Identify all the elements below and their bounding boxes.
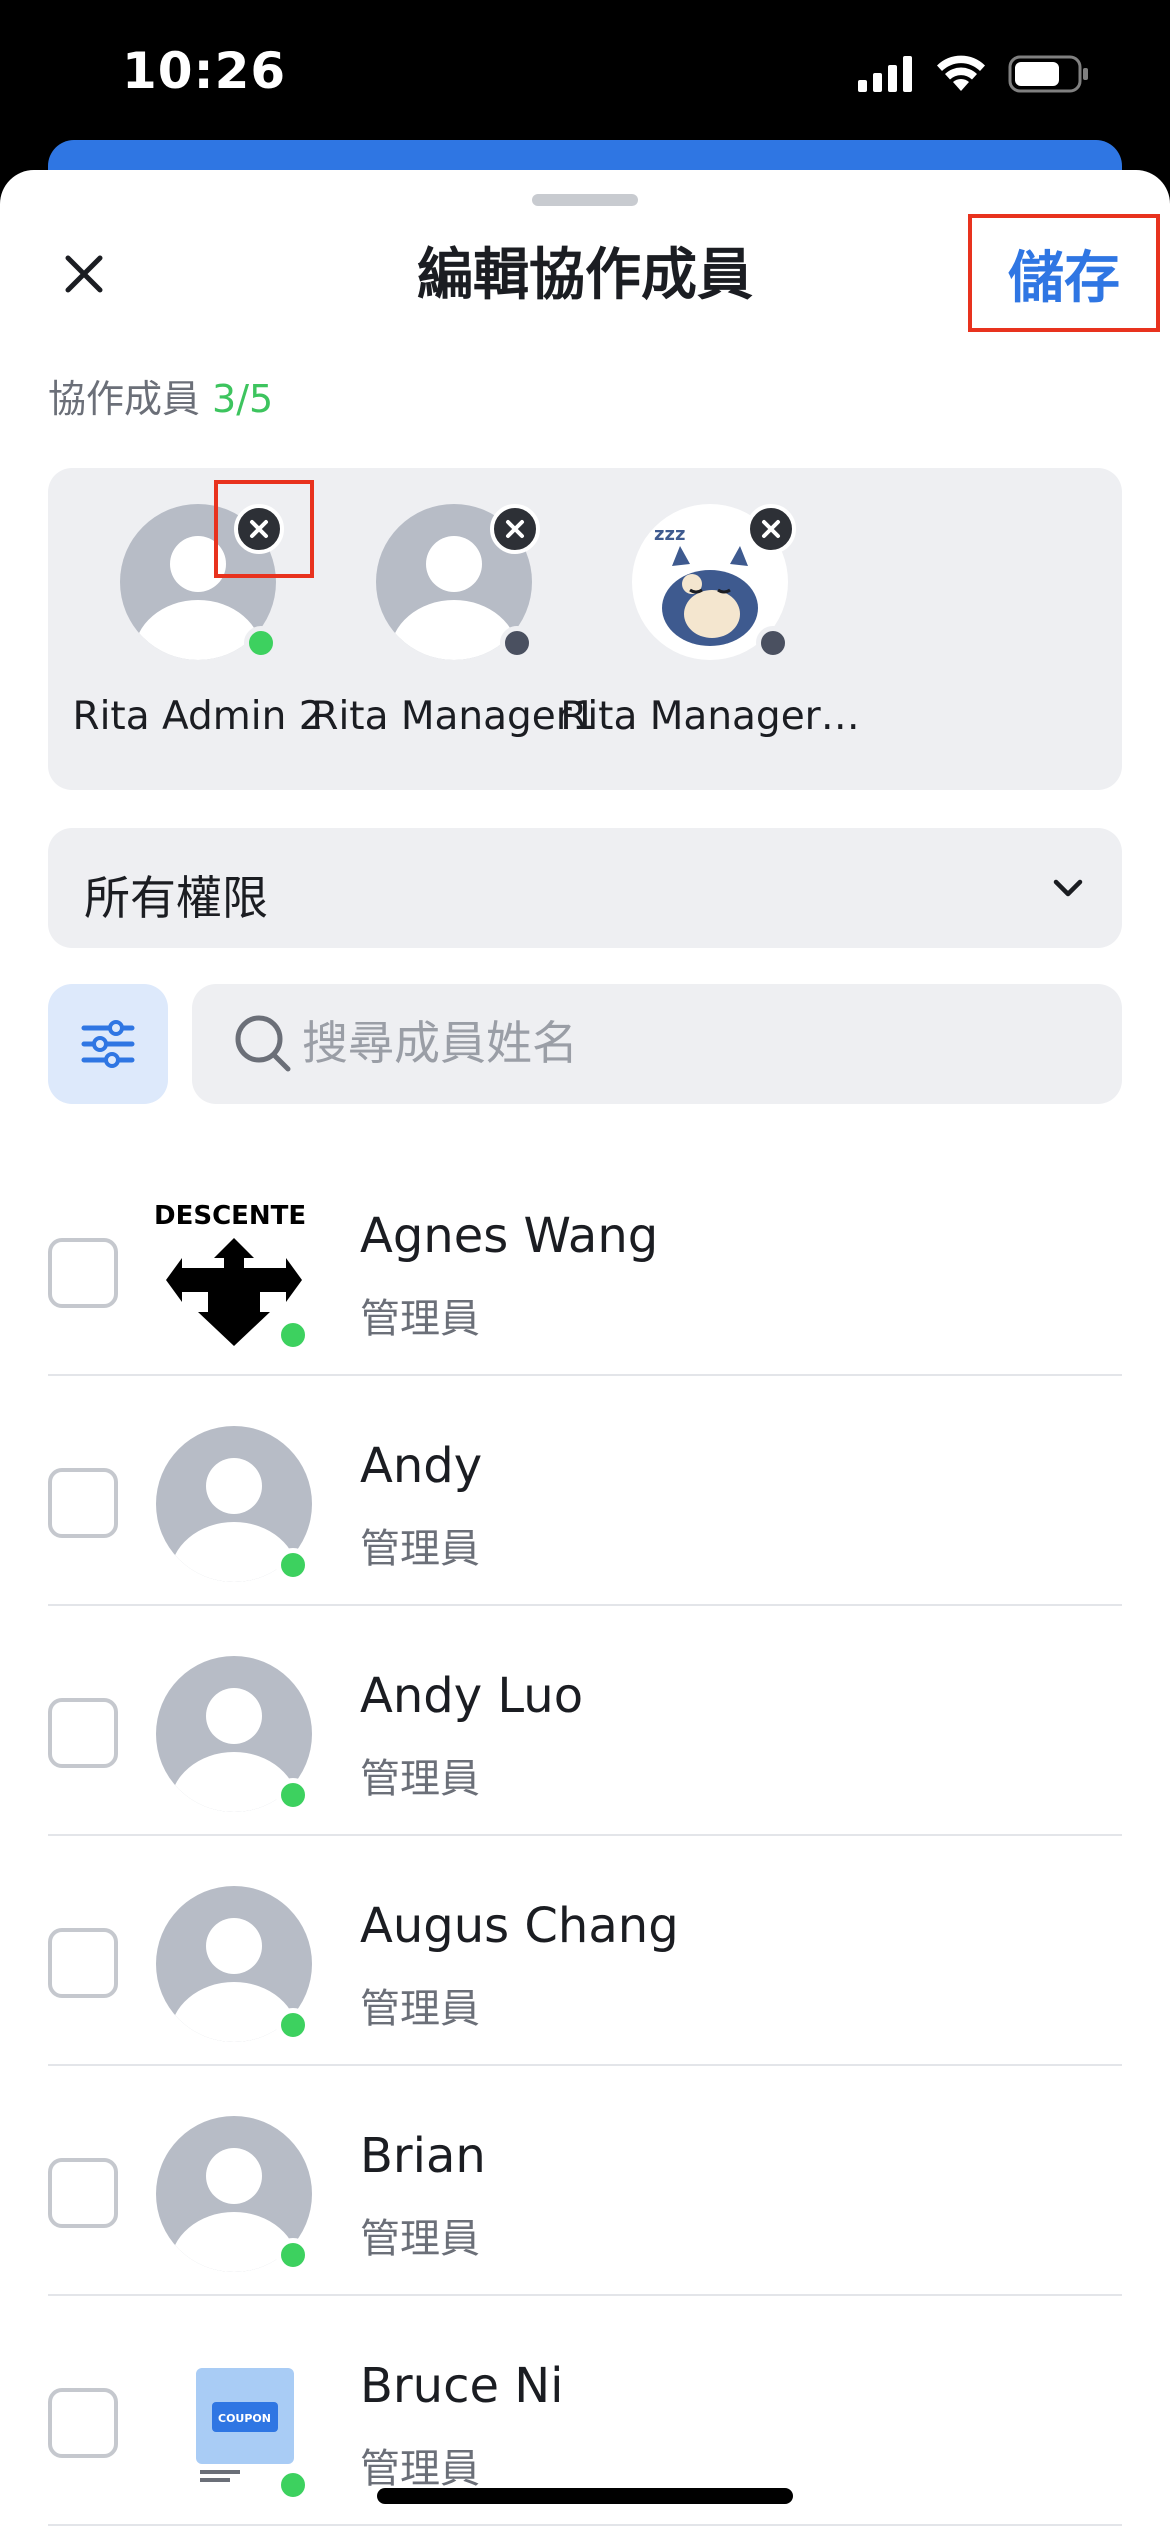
selected-member-name: Rita Manager1 bbox=[311, 694, 597, 739]
member-checkbox[interactable] bbox=[48, 1928, 118, 1998]
member-name: Andy bbox=[360, 1438, 483, 1494]
save-button[interactable]: 儲存 bbox=[968, 214, 1160, 332]
status-online-dot bbox=[276, 2238, 310, 2272]
status-bar: 10:26 bbox=[0, 0, 1170, 150]
member-count-value: 3/5 bbox=[212, 377, 274, 421]
cellular-signal-icon bbox=[858, 56, 912, 92]
member-role: 管理員 bbox=[360, 1986, 480, 2032]
svg-text:DESCENTE: DESCENTE bbox=[156, 1201, 306, 1231]
close-icon bbox=[762, 520, 780, 538]
status-offline-dot bbox=[500, 626, 534, 660]
member-checkbox[interactable] bbox=[48, 1468, 118, 1538]
close-icon bbox=[506, 520, 524, 538]
member-checkbox[interactable] bbox=[48, 2388, 118, 2458]
member-list: DESCENTE Agnes Wang 管理員 Andy 管理員 Andy Lu… bbox=[48, 1146, 1122, 2526]
member-checkbox[interactable] bbox=[48, 1698, 118, 1768]
selected-member: Rita Manager1 bbox=[304, 468, 597, 790]
remove-member-button[interactable] bbox=[490, 504, 540, 554]
selected-member-name: Rita Manager… bbox=[560, 694, 860, 739]
member-role: 管理員 bbox=[360, 1756, 480, 1802]
status-online-dot bbox=[276, 2468, 310, 2502]
selected-members-panel: Rita Admin 2 Rita Manager1 zzz Rita Mana… bbox=[48, 468, 1122, 790]
svg-text:COUPON: COUPON bbox=[218, 2412, 271, 2425]
remove-button-highlight bbox=[214, 480, 314, 578]
member-count-label: 協作成員 bbox=[48, 377, 201, 421]
status-online-dot bbox=[276, 1318, 310, 1352]
member-name: Andy Luo bbox=[360, 1668, 584, 1724]
member-name: Agnes Wang bbox=[360, 1208, 659, 1264]
member-role: 管理員 bbox=[360, 1526, 480, 1572]
status-online-dot bbox=[276, 1548, 310, 1582]
list-item[interactable]: Andy 管理員 bbox=[48, 1376, 1122, 1606]
list-item[interactable]: Andy Luo 管理員 bbox=[48, 1606, 1122, 1836]
search-box[interactable] bbox=[192, 984, 1122, 1104]
status-icons bbox=[858, 55, 1090, 93]
list-item[interactable]: Brian 管理員 bbox=[48, 2066, 1122, 2296]
member-count: 協作成員 3/5 bbox=[48, 368, 273, 423]
svg-text:zzz: zzz bbox=[654, 524, 685, 545]
status-online-dot bbox=[276, 2008, 310, 2042]
wifi-icon bbox=[937, 55, 985, 91]
status-online-dot bbox=[276, 1778, 310, 1812]
permission-dropdown[interactable]: 所有權限 bbox=[48, 828, 1122, 948]
selected-member: zzz Rita Manager… bbox=[560, 468, 860, 790]
member-name: Augus Chang bbox=[360, 1898, 679, 1954]
status-online-dot bbox=[244, 626, 278, 660]
remove-member-button[interactable] bbox=[746, 504, 796, 554]
edit-collaborators-sheet: 編輯協作成員 儲存 協作成員 3/5 Rita Admin 2 Rita Man… bbox=[0, 170, 1170, 2532]
member-checkbox[interactable] bbox=[48, 1238, 118, 1308]
member-checkbox[interactable] bbox=[48, 2158, 118, 2228]
sliders-icon bbox=[81, 1020, 135, 1068]
search-input[interactable] bbox=[302, 1008, 1082, 1078]
search-icon bbox=[235, 1015, 291, 1072]
status-time: 10:26 bbox=[122, 42, 287, 100]
sheet-grabber[interactable] bbox=[532, 194, 638, 206]
member-role: 管理員 bbox=[360, 2216, 480, 2262]
selected-member: Rita Admin 2 bbox=[48, 468, 324, 790]
status-offline-dot bbox=[756, 626, 790, 660]
battery-icon bbox=[1008, 55, 1088, 93]
chevron-down-icon bbox=[1053, 879, 1083, 897]
member-name: Brian bbox=[360, 2128, 486, 2184]
home-indicator bbox=[377, 2488, 793, 2504]
list-item[interactable]: DESCENTE Agnes Wang 管理員 bbox=[48, 1146, 1122, 1376]
list-item[interactable]: Augus Chang 管理員 bbox=[48, 1836, 1122, 2066]
filter-button[interactable] bbox=[48, 984, 168, 1104]
member-name: Bruce Ni bbox=[360, 2358, 564, 2414]
selected-member-name: Rita Admin 2 bbox=[72, 694, 324, 739]
member-role: 管理員 bbox=[360, 1296, 480, 1342]
permission-dropdown-value: 所有權限 bbox=[84, 871, 268, 925]
member-role: 管理員 bbox=[360, 2446, 480, 2492]
